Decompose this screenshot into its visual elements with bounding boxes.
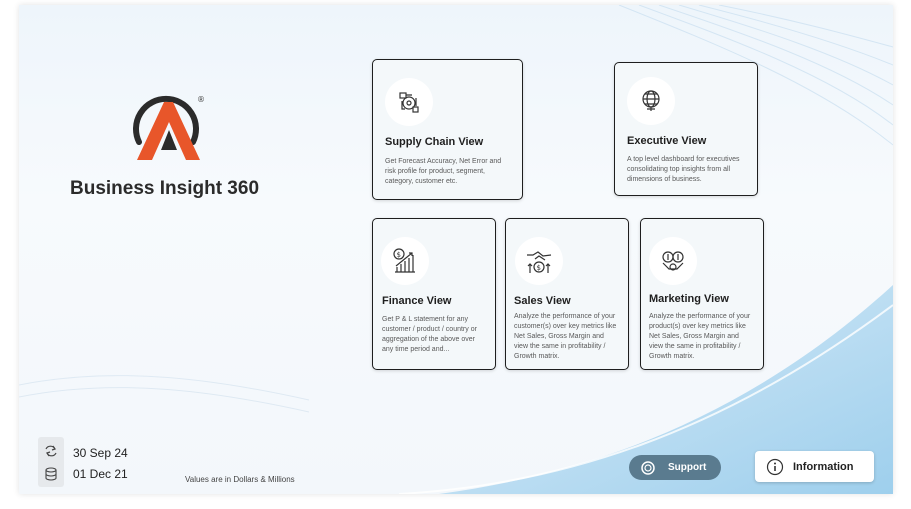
card-supply-chain-view[interactable]: Supply Chain View Get Forecast Accuracy,… [372,59,523,200]
refresh-date: 30 Sep 24 [73,446,128,460]
finance-chart-icon: $ [381,237,429,285]
info-icon [766,458,784,475]
brand-title: Business Insight 360 [70,178,260,199]
card-description: A top level dashboard for executives con… [627,156,740,183]
information-button[interactable]: Information [755,451,874,482]
values-note: Values are in Dollars & Millions [185,475,295,484]
card-title: Marketing View [649,293,729,305]
supply-chain-icon [385,78,433,126]
information-label: Information [793,460,854,473]
database-icon [45,467,57,481]
card-title: Finance View [382,295,452,307]
marketing-icon [649,237,697,285]
support-label: Support [668,462,707,473]
card-title: Executive View [627,135,707,147]
card-description: Get P & L statement for any customer / p… [382,316,477,353]
card-sales-view[interactable]: $ Sales View Analyze the performance of … [505,218,629,370]
card-description: Get Forecast Accuracy, Net Error and ris… [385,158,502,185]
svg-text:$: $ [537,264,541,272]
card-marketing-view[interactable]: Marketing View Analyze the performance o… [640,218,764,370]
card-description: Analyze the performance of your product(… [649,313,751,360]
refresh-icon [45,445,57,457]
company-logo: ® [133,95,205,160]
handshake-icon: $ [515,237,563,285]
data-start-date: 01 Dec 21 [73,467,128,481]
headset-icon [641,460,655,475]
card-description: Analyze the performance of your customer… [514,313,617,360]
card-executive-view[interactable]: Executive View A top level dashboard for… [614,62,758,196]
svg-text:$: $ [397,251,401,259]
date-icons-panel [38,437,64,487]
globe-icon [627,77,675,125]
card-title: Sales View [514,295,571,307]
dashboard-canvas: ® Business Insight 360 Supply Chain View… [19,5,893,494]
support-button[interactable]: Support [629,455,721,480]
card-title: Supply Chain View [385,136,484,148]
svg-text:®: ® [197,95,205,104]
card-finance-view[interactable]: $ Finance View Get P & L statement for a… [372,218,496,370]
